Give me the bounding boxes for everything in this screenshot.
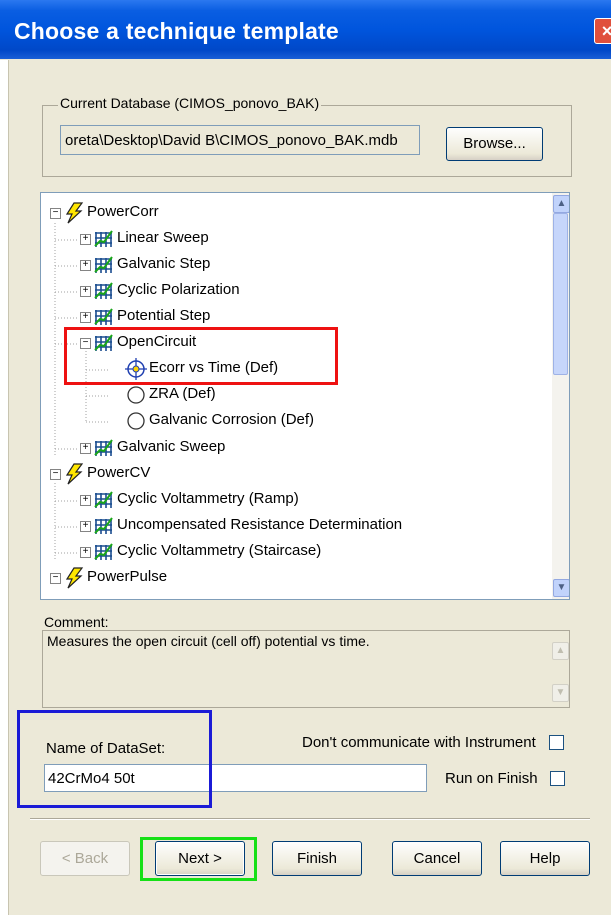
- tree-item-label[interactable]: Galvanic Corrosion (Def): [149, 410, 314, 430]
- tree-item-label[interactable]: OpenCircuit: [117, 332, 196, 352]
- technique-template-dialog: Choose a technique template × Current Da…: [0, 0, 611, 915]
- scroll-thumb[interactable]: [553, 213, 568, 375]
- highlight-box-dataset-name: [17, 710, 212, 808]
- tree-item-label[interactable]: Cyclic Voltammetry (Ramp): [117, 489, 299, 509]
- chevron-down-icon: ▼: [555, 687, 566, 698]
- tree-item-label[interactable]: Uncompensated Resistance Determination: [117, 515, 402, 535]
- database-path-field[interactable]: oreta\Desktop\David B\CIMOS_ponovo_BAK.m…: [60, 125, 420, 155]
- dont-communicate-label: Don't communicate with Instrument: [302, 734, 536, 751]
- close-icon: ×: [601, 21, 611, 41]
- title-bar[interactable]: Choose a technique template ×: [0, 0, 611, 59]
- run-on-finish-label: Run on Finish: [445, 770, 538, 787]
- scroll-down-button[interactable]: ▼: [553, 579, 569, 597]
- help-button[interactable]: Help: [500, 841, 590, 876]
- grid-icon: [94, 308, 113, 325]
- grid-icon: [94, 282, 113, 299]
- expand-icon[interactable]: +: [80, 443, 91, 454]
- tree-item-label[interactable]: Cyclic Polarization: [117, 280, 240, 300]
- comment-scroll-up[interactable]: ▲: [552, 642, 569, 660]
- window-edge: [0, 60, 9, 915]
- expand-icon[interactable]: +: [80, 260, 91, 271]
- scroll-up-button[interactable]: ▲: [553, 195, 569, 213]
- expand-icon[interactable]: +: [80, 547, 91, 558]
- grid-icon: [94, 517, 113, 534]
- grid-icon: [94, 543, 113, 560]
- collapse-icon[interactable]: −: [50, 573, 61, 584]
- comment-text: Measures the open circuit (cell off) pot…: [47, 633, 370, 649]
- tree-item-label[interactable]: Ecorr vs Time (Def): [149, 358, 278, 378]
- circle-icon: [127, 412, 145, 430]
- grid-icon: [94, 334, 113, 351]
- tree-item-label[interactable]: Galvanic Step: [117, 254, 210, 274]
- cancel-button[interactable]: Cancel: [392, 841, 482, 876]
- grid-icon: [94, 439, 113, 456]
- database-legend: Current Database (CIMOS_ponovo_BAK): [58, 95, 322, 111]
- tree-item-label[interactable]: PowerPulse: [87, 567, 167, 587]
- dialog-title: Choose a technique template: [14, 18, 339, 44]
- finish-button[interactable]: Finish: [272, 841, 362, 876]
- tree-item-label[interactable]: Cyclic Voltammetry (Staircase): [117, 541, 321, 561]
- tree-item-label[interactable]: Potential Step: [117, 306, 210, 326]
- tree-scrollbar[interactable]: ▲ ▼: [552, 193, 569, 599]
- collapse-icon[interactable]: −: [50, 208, 61, 219]
- close-button[interactable]: ×: [594, 18, 611, 44]
- comment-label: Comment:: [44, 614, 109, 630]
- browse-button[interactable]: Browse...: [446, 127, 543, 161]
- collapse-icon[interactable]: −: [80, 338, 91, 349]
- dataset-name-input[interactable]: [44, 764, 427, 792]
- lightning-icon: [65, 567, 84, 589]
- target-icon: [125, 358, 147, 380]
- tree-item-label[interactable]: ZRA (Def): [149, 384, 216, 404]
- comment-box: Measures the open circuit (cell off) pot…: [42, 630, 570, 708]
- expand-icon[interactable]: +: [80, 312, 91, 323]
- back-button[interactable]: < Back: [40, 841, 130, 876]
- next-button[interactable]: Next >: [155, 841, 245, 876]
- chevron-up-icon: ▲: [556, 198, 567, 209]
- lightning-icon: [65, 463, 84, 485]
- chevron-down-icon: ▼: [556, 582, 567, 593]
- expand-icon[interactable]: +: [80, 234, 91, 245]
- expand-icon[interactable]: +: [80, 286, 91, 297]
- tree-item-label[interactable]: PowerCorr: [87, 202, 159, 222]
- dataset-name-label: Name of DataSet:: [46, 740, 166, 757]
- tree-item-label[interactable]: Galvanic Sweep: [117, 437, 225, 457]
- lightning-icon: [65, 202, 84, 224]
- comment-scrollbar[interactable]: ▲ ▼: [551, 632, 569, 706]
- expand-icon[interactable]: +: [80, 521, 91, 532]
- run-on-finish-checkbox[interactable]: [550, 771, 565, 786]
- collapse-icon[interactable]: −: [50, 469, 61, 480]
- comment-scroll-down[interactable]: ▼: [552, 684, 569, 702]
- grid-icon: [94, 230, 113, 247]
- tree-item-label[interactable]: Linear Sweep: [117, 228, 209, 248]
- grid-icon: [94, 256, 113, 273]
- circle-icon: [127, 386, 145, 404]
- dont-communicate-checkbox[interactable]: [549, 735, 564, 750]
- expand-icon[interactable]: +: [80, 495, 91, 506]
- technique-tree[interactable]: − PowerCorr + Linear Sweep + Galvanic Step + Cy…: [40, 192, 570, 600]
- tree-item-label[interactable]: PowerCV: [87, 463, 150, 483]
- grid-icon: [94, 491, 113, 508]
- chevron-up-icon: ▲: [555, 645, 566, 656]
- button-separator: [30, 818, 590, 820]
